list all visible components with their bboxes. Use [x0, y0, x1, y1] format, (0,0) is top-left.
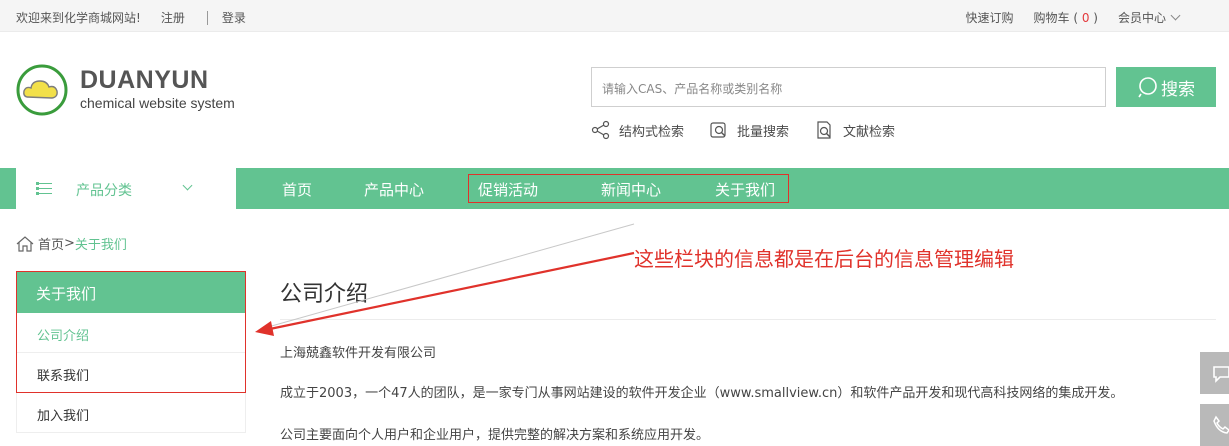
chat-icon — [1213, 366, 1229, 383]
annotation-text: 这些栏块的信息都是在后台的信息管理编辑 — [634, 247, 1014, 271]
float-service-button[interactable] — [1200, 352, 1229, 394]
float-phone-button[interactable] — [1200, 404, 1229, 446]
phone-icon — [1213, 415, 1229, 434]
annotation-arrow — [255, 223, 635, 336]
page: 欢迎来到化学商城网站! 注册 登录 快速订购 购物车 ( 0 ) 会员中心 DU… — [0, 0, 1229, 446]
